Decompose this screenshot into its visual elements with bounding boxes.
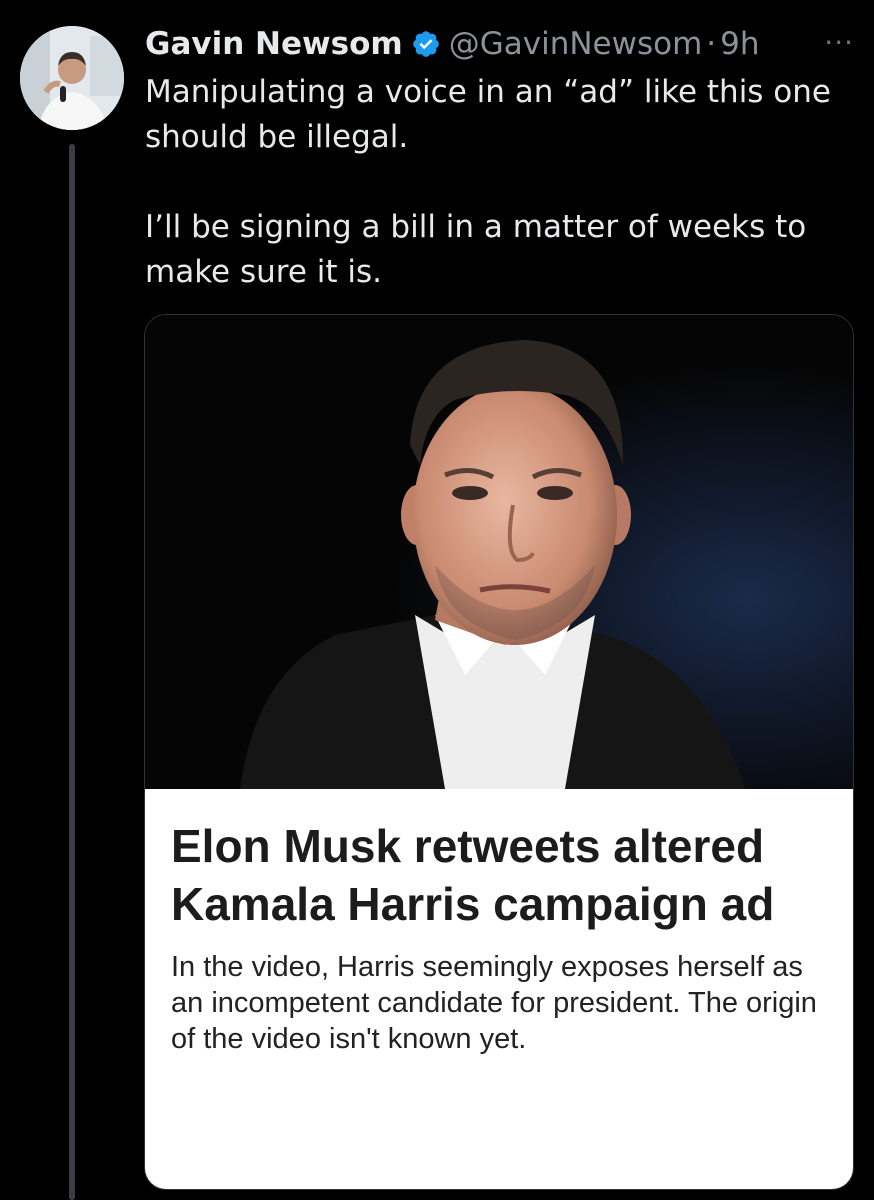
tweet-text: Manipulating a voice in an “ad” like thi… — [145, 70, 845, 295]
header-separator: · — [706, 26, 717, 62]
thread-line — [69, 144, 75, 1200]
author-handle[interactable]: @GavinNewsom — [449, 26, 703, 62]
tweet-timestamp[interactable]: 9h — [720, 26, 759, 62]
link-preview-card[interactable]: Elon Musk retweets altered Kamala Harris… — [144, 314, 854, 1190]
more-options-icon[interactable]: ··· — [824, 26, 854, 59]
author-name[interactable]: Gavin Newsom — [145, 26, 403, 62]
article-headline[interactable]: Elon Musk retweets altered Kamala Harris… — [171, 817, 829, 933]
verified-badge-icon — [411, 29, 441, 59]
card-text-area: Elon Musk retweets altered Kamala Harris… — [145, 789, 853, 1189]
author-avatar[interactable] — [20, 26, 124, 130]
tweet-header: Gavin Newsom @GavinNewsom · 9h ··· — [145, 22, 854, 66]
article-subhead: In the video, Harris seemingly exposes h… — [171, 951, 817, 1055]
tweet-text-paragraph-2: I’ll be signing a bill in a matter of we… — [145, 209, 807, 290]
article-photo — [145, 315, 853, 789]
tweet-text-paragraph-1: Manipulating a voice in an “ad” like thi… — [145, 74, 831, 155]
